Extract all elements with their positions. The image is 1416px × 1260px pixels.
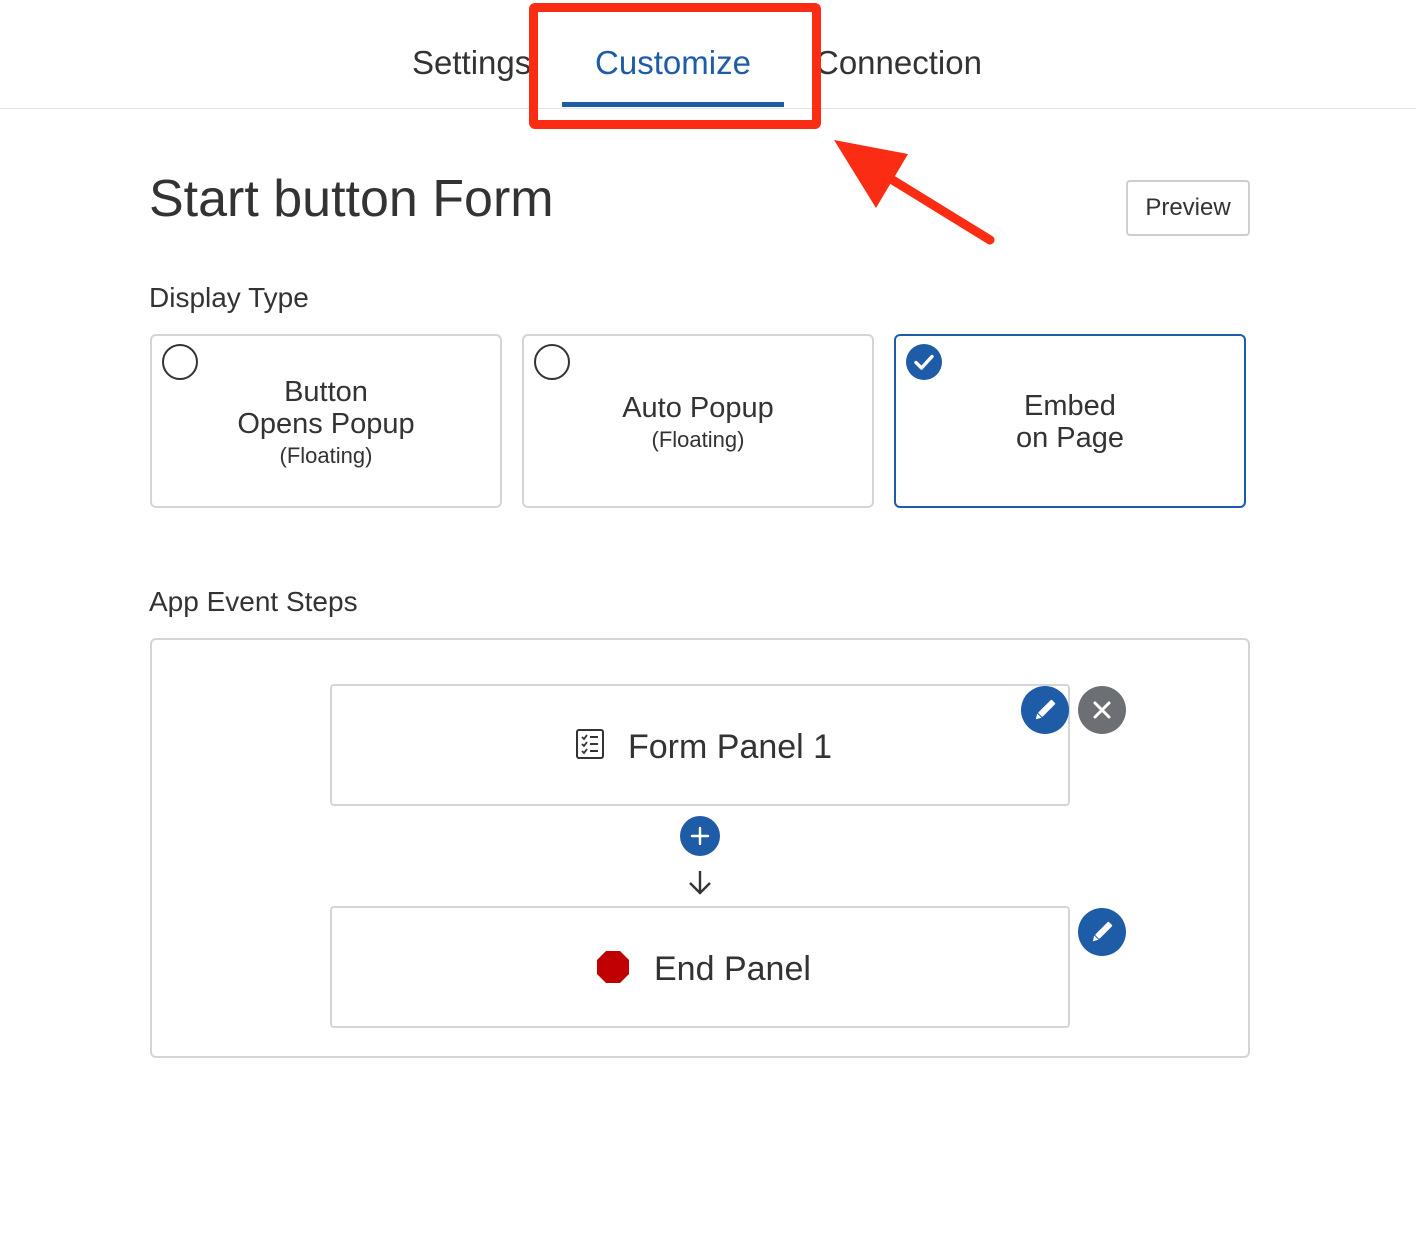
arrow-down-icon (689, 871, 711, 895)
stop-octagon-icon (597, 951, 629, 983)
radio-unchecked-icon[interactable] (534, 344, 570, 380)
option-line1: Embed (1024, 390, 1116, 422)
option-line1: Auto Popup (622, 392, 774, 424)
option-line2: on Page (1015, 422, 1125, 454)
radio-checked-icon[interactable] (906, 344, 942, 380)
pencil-icon (1092, 921, 1113, 942)
display-type-label: Display Type (149, 282, 309, 313)
annotation-highlight-box (529, 3, 821, 129)
page: Settings Customize Connection Start butt… (0, 0, 1416, 1260)
pencil-icon (1035, 699, 1056, 720)
option-sub: (Floating) (279, 443, 373, 468)
add-step-button[interactable] (680, 816, 720, 856)
step-card-end-panel[interactable]: End Panel (330, 906, 1070, 1028)
display-option-button-opens-popup[interactable]: Button Opens Popup (Floating) (150, 334, 502, 508)
preview-button[interactable]: Preview (1126, 180, 1250, 236)
option-line1: Button (284, 376, 368, 408)
display-option-embed-on-page[interactable]: Embed on Page (894, 334, 1246, 508)
option-sub: (Floating) (651, 427, 745, 452)
delete-step-button[interactable] (1078, 686, 1126, 734)
close-icon (1093, 701, 1111, 719)
step-label: Form Panel 1 (628, 728, 833, 766)
plus-icon (690, 826, 710, 846)
option-line2: Opens Popup (237, 408, 415, 440)
page-title: Start button Form (149, 170, 554, 228)
radio-unchecked-icon[interactable] (162, 344, 198, 380)
tab-connection[interactable]: Connection (815, 40, 982, 86)
form-list-icon (576, 729, 604, 759)
edit-step-button[interactable] (1078, 908, 1126, 956)
tab-settings[interactable]: Settings (412, 40, 531, 86)
display-option-auto-popup[interactable]: Auto Popup (Floating) (522, 334, 874, 508)
annotation-arrow-icon (834, 140, 995, 245)
app-event-steps-label: App Event Steps (149, 586, 358, 617)
step-card-form-panel[interactable]: Form Panel 1 (330, 684, 1070, 806)
edit-step-button[interactable] (1021, 686, 1069, 734)
step-label: End Panel (654, 950, 811, 988)
